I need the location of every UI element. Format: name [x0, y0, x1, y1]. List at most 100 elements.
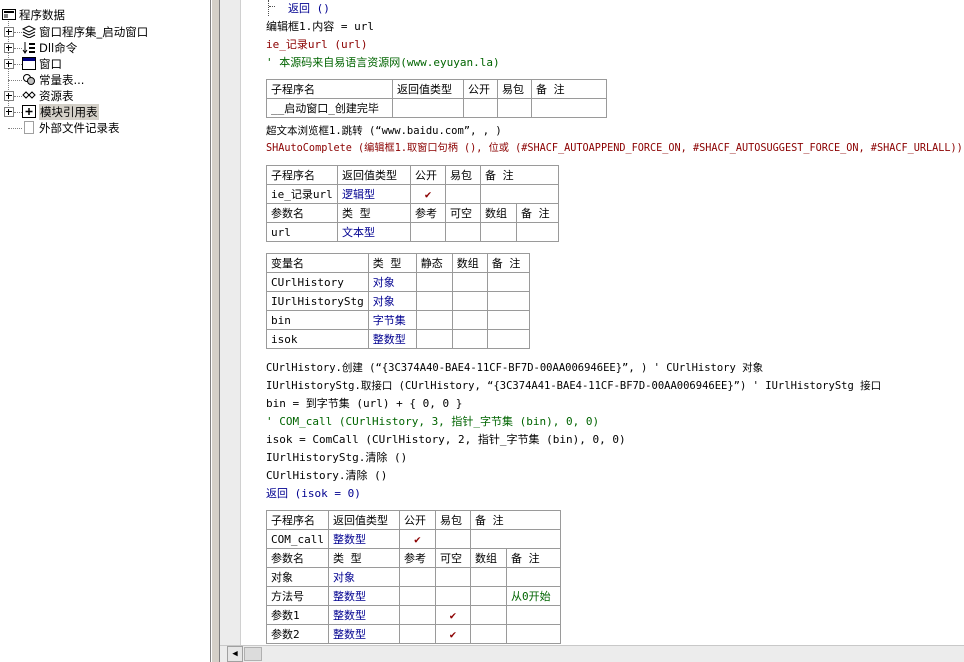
var-remark-cell[interactable] [486, 310, 530, 330]
param-array-cell[interactable] [469, 605, 507, 625]
tree-item-label: 外部文件记录表 [39, 121, 120, 135]
param-type-cell[interactable]: 整数型 [327, 586, 400, 606]
param-nullable-check-icon[interactable]: ✔ [434, 605, 471, 625]
var-type-cell[interactable]: 对象 [367, 272, 417, 292]
param-ref-cell[interactable] [398, 605, 436, 625]
param-remark-cell[interactable] [505, 605, 561, 625]
param-array-cell[interactable] [469, 567, 507, 587]
var-array-cell[interactable] [451, 272, 488, 292]
code-line[interactable]: SHAutoComplete (编辑框1.取窗口句柄 (), 位或 (#SHAC… [266, 140, 963, 158]
public-check-icon[interactable]: ✔ [410, 184, 446, 204]
tree-item-label: 窗口 [39, 57, 62, 71]
horizontal-scrollbar[interactable]: ◀ [220, 645, 964, 662]
sub-table-com-call[interactable]: 子程序名 返回值类型 公开 易包 备 注 COM_call 整数型 ✔ 参数名 … [266, 510, 561, 644]
scroll-thumb[interactable] [244, 647, 262, 661]
code-line[interactable]: bin = 到字节集 (url) + { 0, 0 } [266, 395, 462, 413]
param-ref-cell[interactable] [398, 567, 436, 587]
param-nullable-check-icon[interactable]: ✔ [434, 624, 471, 644]
var-array-cell[interactable] [451, 310, 488, 330]
epkg-cell[interactable] [497, 98, 532, 118]
code-line[interactable]: CUrlHistory.清除 () [266, 467, 387, 485]
code-comment[interactable]: ' 本源码来自易语言资源网(www.eyuyan.la) [266, 54, 500, 72]
param-nullable-cell[interactable] [434, 586, 471, 606]
scroll-left-button[interactable]: ◀ [227, 646, 243, 662]
header-cell: 数组 [480, 203, 517, 223]
var-static-cell[interactable] [415, 310, 453, 330]
sub-name-cell[interactable]: __启动窗口_创建完毕 [266, 98, 393, 118]
param-name-cell[interactable]: url [266, 222, 338, 242]
var-type-cell[interactable]: 整数型 [367, 329, 417, 349]
code-line[interactable]: 编辑框1.内容 = url [266, 18, 374, 36]
var-name-cell[interactable]: IUrlHistoryStg [266, 291, 369, 311]
var-type-cell[interactable]: 字节集 [367, 310, 417, 330]
param-remark-cell[interactable] [505, 567, 561, 587]
param-remark-cell[interactable] [516, 222, 559, 242]
return-type-cell[interactable]: 整数型 [327, 529, 400, 549]
code-line[interactable]: CUrlHistory.创建 (“{3C374A40-BAE4-11CF-BF7… [266, 359, 763, 377]
remark-cell[interactable] [531, 98, 607, 118]
var-type-cell[interactable]: 对象 [367, 291, 417, 311]
var-static-cell[interactable] [415, 272, 453, 292]
code-line[interactable]: isok = ComCall (CUrlHistory, 2, 指针_字节集 (… [266, 431, 626, 449]
expand-icon[interactable] [4, 107, 14, 117]
module-ref-icon [22, 105, 36, 118]
param-name-cell[interactable]: 参数2 [266, 624, 329, 644]
param-ref-cell[interactable] [398, 586, 436, 606]
param-type-cell[interactable]: 整数型 [327, 605, 400, 625]
var-remark-cell[interactable] [486, 291, 530, 311]
return-type-cell[interactable]: 逻辑型 [337, 184, 411, 204]
program-data-tree[interactable]: 程序数据 窗口程序集_启动窗口 Dll命令 窗口 常量表... 资源表 模块引用… [0, 0, 211, 662]
param-remark-cell[interactable]: 从0开始 [505, 586, 561, 606]
sub-name-cell[interactable]: ie_记录url [266, 184, 338, 204]
code-comment[interactable]: ' COM_call (CUrlHistory, 3, 指针_字节集 (bin)… [266, 413, 599, 431]
remark-cell[interactable] [480, 184, 559, 204]
param-ref-cell[interactable] [410, 222, 446, 242]
expand-icon[interactable] [4, 91, 14, 101]
var-static-cell[interactable] [415, 329, 453, 349]
var-name-cell[interactable]: bin [266, 310, 369, 330]
epkg-cell[interactable] [445, 184, 481, 204]
param-remark-cell[interactable] [505, 624, 561, 644]
remark-cell[interactable] [469, 529, 561, 549]
param-type-cell[interactable]: 文本型 [337, 222, 411, 242]
header-cell: 类 型 [367, 253, 417, 273]
var-name-cell[interactable]: isok [266, 329, 369, 349]
sub-table-startup[interactable]: 子程序名 返回值类型 公开 易包 备 注 __启动窗口_创建完毕 [266, 79, 607, 118]
public-cell[interactable] [463, 98, 498, 118]
code-line[interactable]: 返回 (isok = 0) [266, 485, 361, 503]
param-type-cell[interactable]: 整数型 [327, 624, 400, 644]
expand-icon[interactable] [4, 59, 14, 69]
param-name-cell[interactable]: 参数1 [266, 605, 329, 625]
sub-name-cell[interactable]: COM_call [266, 529, 329, 549]
param-name-cell[interactable]: 对象 [266, 567, 329, 587]
param-array-cell[interactable] [469, 624, 507, 644]
var-array-cell[interactable] [451, 291, 488, 311]
expand-icon[interactable] [4, 43, 14, 53]
param-ref-cell[interactable] [398, 624, 436, 644]
param-nullable-cell[interactable] [445, 222, 481, 242]
param-array-cell[interactable] [469, 586, 507, 606]
public-check-icon[interactable]: ✔ [398, 529, 436, 549]
expand-icon[interactable] [4, 27, 14, 37]
param-nullable-cell[interactable] [434, 567, 471, 587]
code-editor[interactable]: 返回 () 编辑框1.内容 = url ie_记录url (url) ' 本源码… [241, 0, 964, 645]
panel-splitter[interactable] [211, 0, 220, 662]
code-line[interactable]: ie_记录url (url) [266, 36, 367, 54]
tree-item-label: 窗口程序集_启动窗口 [39, 25, 149, 39]
param-array-cell[interactable] [480, 222, 517, 242]
return-type-cell[interactable] [392, 98, 464, 118]
sub-table-ie-record[interactable]: 子程序名 返回值类型 公开 易包 备 注 ie_记录url 逻辑型 ✔ 参数名 … [266, 165, 559, 242]
code-line[interactable]: IUrlHistoryStg.取接口 (CUrlHistory, “{3C374… [266, 377, 881, 395]
code-line[interactable]: 超文本浏览框1.跳转 (“www.baidu.com”, , ) [266, 122, 502, 140]
code-line[interactable]: 返回 () [288, 0, 330, 18]
epkg-cell[interactable] [434, 529, 471, 549]
var-array-cell[interactable] [451, 329, 488, 349]
var-remark-cell[interactable] [486, 272, 530, 292]
code-line[interactable]: IUrlHistoryStg.清除 () [266, 449, 407, 467]
variable-table[interactable]: 变量名 类 型 静态 数组 备 注 CUrlHistory 对象 IUrlHist… [266, 253, 530, 349]
var-static-cell[interactable] [415, 291, 453, 311]
param-name-cell[interactable]: 方法号 [266, 586, 329, 606]
param-type-cell[interactable]: 对象 [327, 567, 400, 587]
var-name-cell[interactable]: CUrlHistory [266, 272, 369, 292]
var-remark-cell[interactable] [486, 329, 530, 349]
